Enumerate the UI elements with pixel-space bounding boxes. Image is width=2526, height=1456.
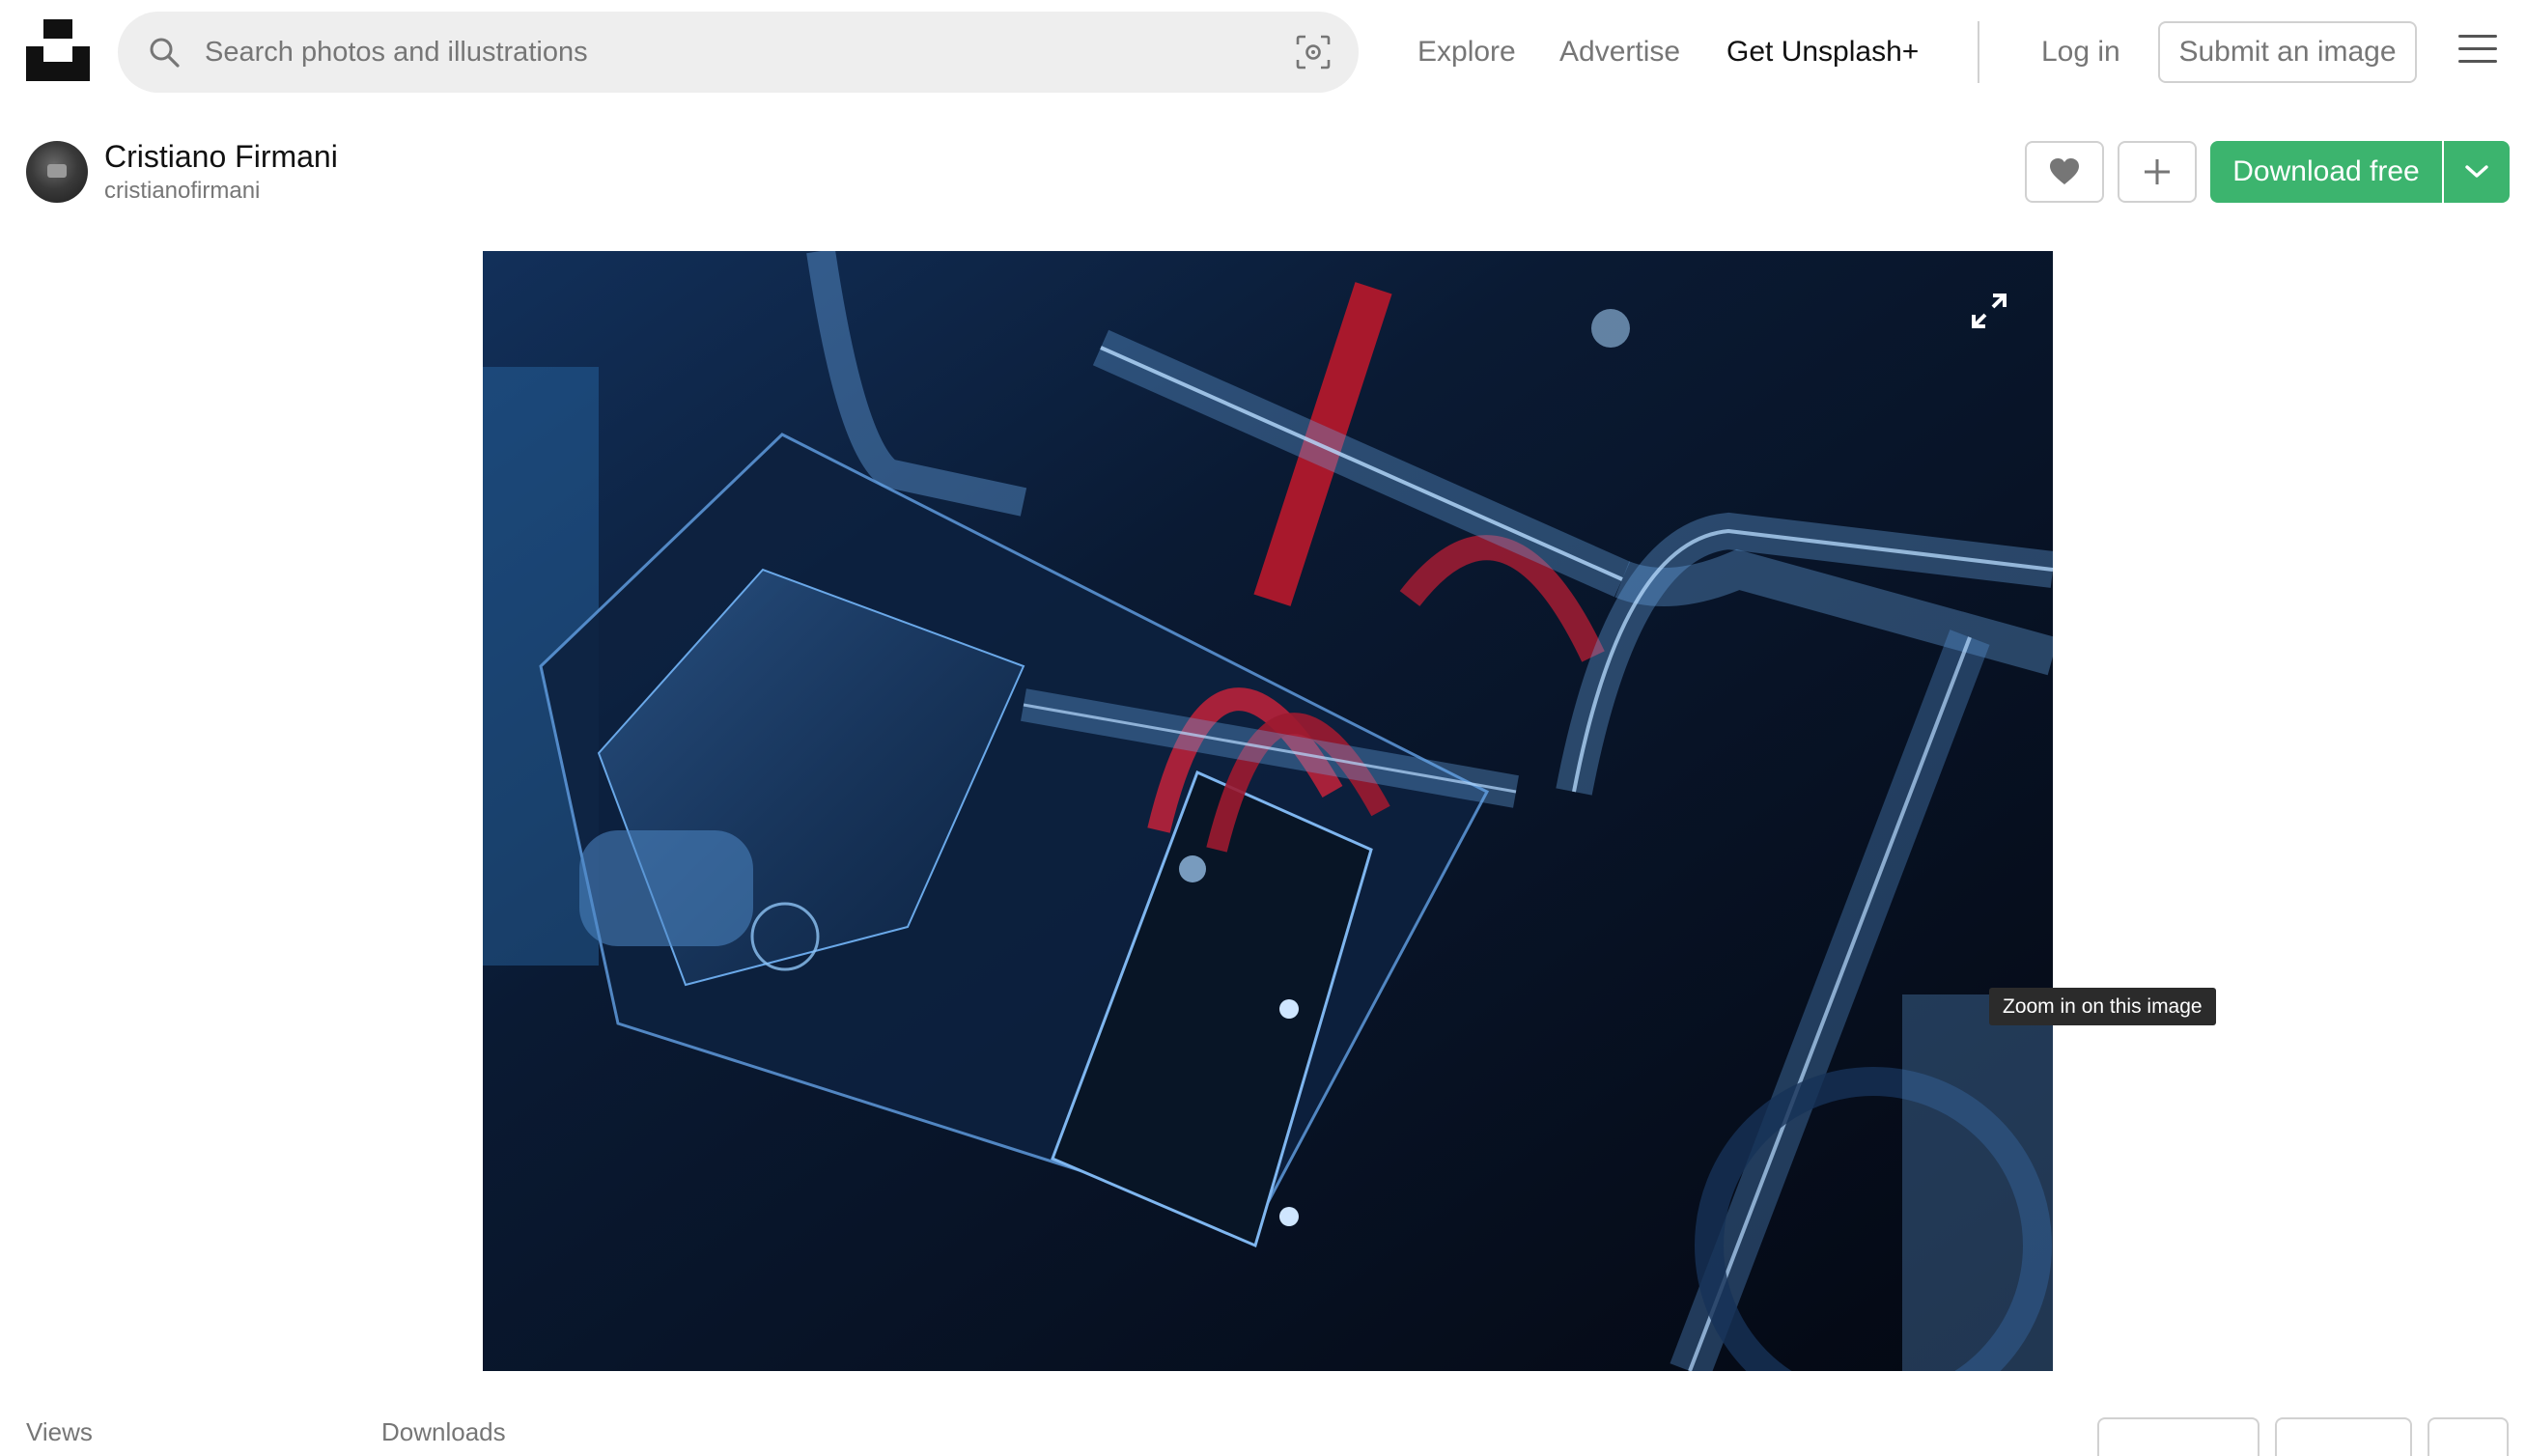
author-handle[interactable]: cristianofirmani	[104, 178, 260, 205]
plus-icon	[2145, 159, 2170, 184]
downloads-label: Downloads	[381, 1417, 506, 1446]
submit-image-button[interactable]: Submit an image	[2158, 21, 2417, 83]
visual-search-icon[interactable]	[1295, 34, 1332, 70]
download-button[interactable]: Download free	[2210, 141, 2442, 203]
unsplash-logo-icon[interactable]	[26, 19, 90, 81]
top-navigation-bar: Search photos and illustrations Explore …	[0, 0, 2526, 104]
hamburger-menu-icon[interactable]	[2458, 35, 2497, 68]
add-to-collection-button[interactable]	[2118, 141, 2197, 203]
nav-divider	[1978, 21, 1979, 83]
expand-icon[interactable]	[1970, 292, 2008, 330]
download-label: Download free	[2232, 155, 2420, 187]
photo-image[interactable]	[483, 251, 2053, 1371]
search-bar[interactable]: Search photos and illustrations	[118, 12, 1359, 93]
zoom-tooltip: Zoom in on this image	[1989, 988, 2216, 1025]
nav-get-unsplash-plus-link[interactable]: Get Unsplash+	[1726, 0, 1919, 104]
submit-image-label: Submit an image	[2178, 36, 2397, 68]
views-label: Views	[26, 1417, 93, 1446]
heart-icon	[2050, 158, 2079, 184]
like-button[interactable]	[2025, 141, 2104, 203]
share-button[interactable]	[2097, 1417, 2259, 1456]
photo-viewer[interactable]	[483, 251, 2053, 1371]
author-name[interactable]: Cristiano Firmani	[104, 139, 338, 175]
login-link[interactable]: Log in	[2041, 0, 2120, 104]
info-button[interactable]	[2275, 1417, 2412, 1456]
nav-advertise-link[interactable]: Advertise	[1559, 0, 1680, 104]
search-input[interactable]: Search photos and illustrations	[205, 12, 588, 93]
more-actions-button[interactable]	[2428, 1417, 2509, 1456]
nav-explore-link[interactable]: Explore	[1417, 0, 1516, 104]
chevron-down-icon	[2465, 165, 2488, 178]
search-icon[interactable]	[147, 35, 182, 70]
avatar[interactable]	[26, 141, 88, 203]
download-options-button[interactable]	[2444, 141, 2510, 203]
